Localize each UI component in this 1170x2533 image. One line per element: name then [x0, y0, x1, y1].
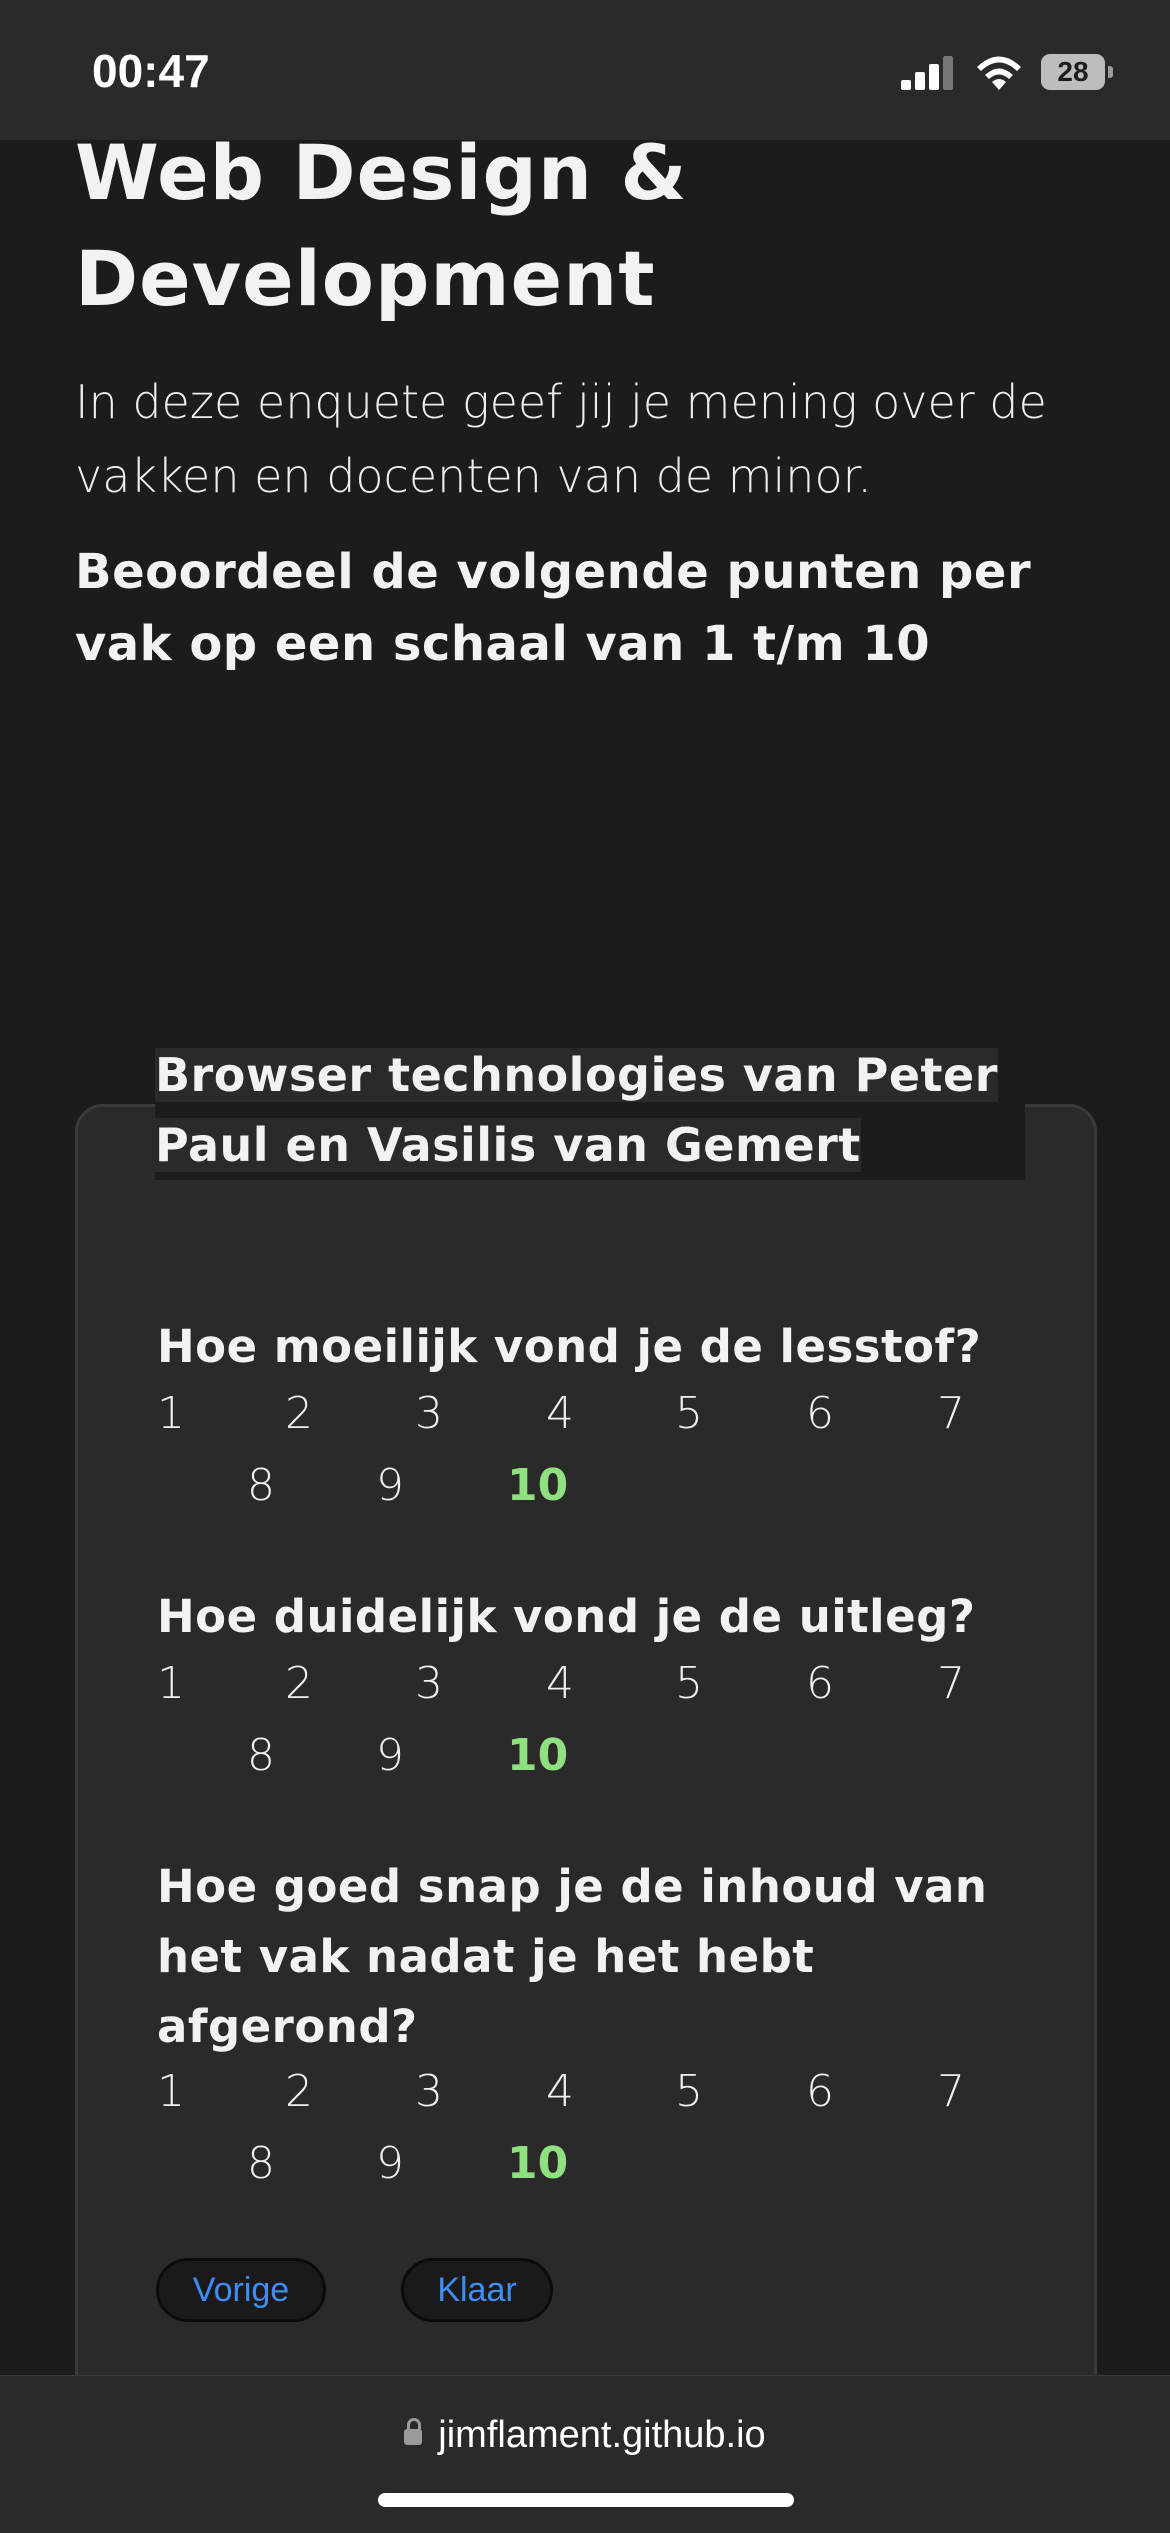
rating-scale-1: 1 2 3 4 5 6 7 8 9 10 — [157, 1380, 1057, 1530]
url-text: jimflament.github.io — [438, 2414, 766, 2456]
browser-url-bar[interactable]: jimflament.github.io — [0, 2375, 1170, 2533]
rating-option[interactable]: 6 — [806, 2066, 834, 2117]
rating-option[interactable]: 3 — [415, 1658, 443, 1709]
rating-option[interactable]: 9 — [376, 2138, 404, 2189]
wifi-icon — [977, 56, 1021, 90]
status-icons: 28 — [901, 50, 1115, 98]
signal-icon — [901, 50, 961, 94]
rating-option[interactable]: 6 — [806, 1388, 834, 1439]
rating-option[interactable]: 5 — [675, 1388, 703, 1439]
home-indicator[interactable] — [378, 2493, 794, 2507]
card-title: Browser technologies van Peter Paul en V… — [155, 1040, 1025, 1180]
rating-option[interactable]: 8 — [247, 1460, 275, 1511]
rating-scale-2: 1 2 3 4 5 6 7 8 9 10 — [157, 1650, 1057, 1800]
rating-option[interactable]: 1 — [157, 1658, 185, 1709]
rating-option[interactable]: 8 — [247, 1730, 275, 1781]
rating-option[interactable]: 5 — [675, 2066, 703, 2117]
battery-icon: 28 — [1041, 54, 1105, 90]
rating-option[interactable]: 7 — [937, 1658, 965, 1709]
rating-scale-3: 1 2 3 4 5 6 7 8 9 10 — [157, 2058, 1057, 2208]
rating-option[interactable]: 1 — [157, 1388, 185, 1439]
question-1-label: Hoe moeilijk vond je de lesstof? — [157, 1320, 982, 1373]
rating-option-selected[interactable]: 10 — [507, 1730, 568, 1781]
rating-option[interactable]: 4 — [546, 1388, 574, 1439]
status-time: 00:47 — [92, 45, 210, 97]
rating-option[interactable]: 4 — [546, 1658, 574, 1709]
rating-option[interactable]: 4 — [546, 2066, 574, 2117]
url-display[interactable]: jimflament.github.io — [0, 2414, 1170, 2457]
rating-option[interactable]: 2 — [285, 1658, 313, 1709]
card-title-text: Browser technologies van Peter Paul en V… — [155, 1048, 998, 1172]
rating-option[interactable]: 2 — [285, 2066, 313, 2117]
page-title: Web Design & Development — [75, 128, 688, 323]
rating-option[interactable]: 9 — [376, 1730, 404, 1781]
rating-option[interactable]: 3 — [415, 1388, 443, 1439]
rating-option[interactable]: 8 — [247, 2138, 275, 2189]
rating-option[interactable]: 9 — [376, 1460, 404, 1511]
instruction-text: Beoordeel de volgende punten per vak op … — [75, 544, 1032, 672]
previous-button[interactable]: Vorige — [156, 2258, 326, 2322]
rating-option-selected[interactable]: 10 — [507, 2138, 568, 2189]
rating-option[interactable]: 7 — [937, 2066, 965, 2117]
battery-tip — [1108, 66, 1113, 78]
done-button[interactable]: Klaar — [401, 2258, 553, 2322]
status-bar: 00:47 28 — [0, 0, 1170, 140]
rating-option-selected[interactable]: 10 — [507, 1460, 568, 1511]
question-3-label: Hoe goed snap je de inhoud van het vak n… — [157, 1860, 988, 2053]
rating-option[interactable]: 7 — [937, 1388, 965, 1439]
rating-option[interactable]: 1 — [157, 2066, 185, 2117]
question-2-label: Hoe duidelijk vond je de uitleg? — [157, 1590, 976, 1643]
intro-text: In deze enquete geef jij je mening over … — [75, 375, 1047, 503]
rating-option[interactable]: 5 — [675, 1658, 703, 1709]
rating-option[interactable]: 3 — [415, 2066, 443, 2117]
rating-option[interactable]: 6 — [806, 1658, 834, 1709]
rating-option[interactable]: 2 — [285, 1388, 313, 1439]
lock-icon — [404, 2418, 423, 2445]
